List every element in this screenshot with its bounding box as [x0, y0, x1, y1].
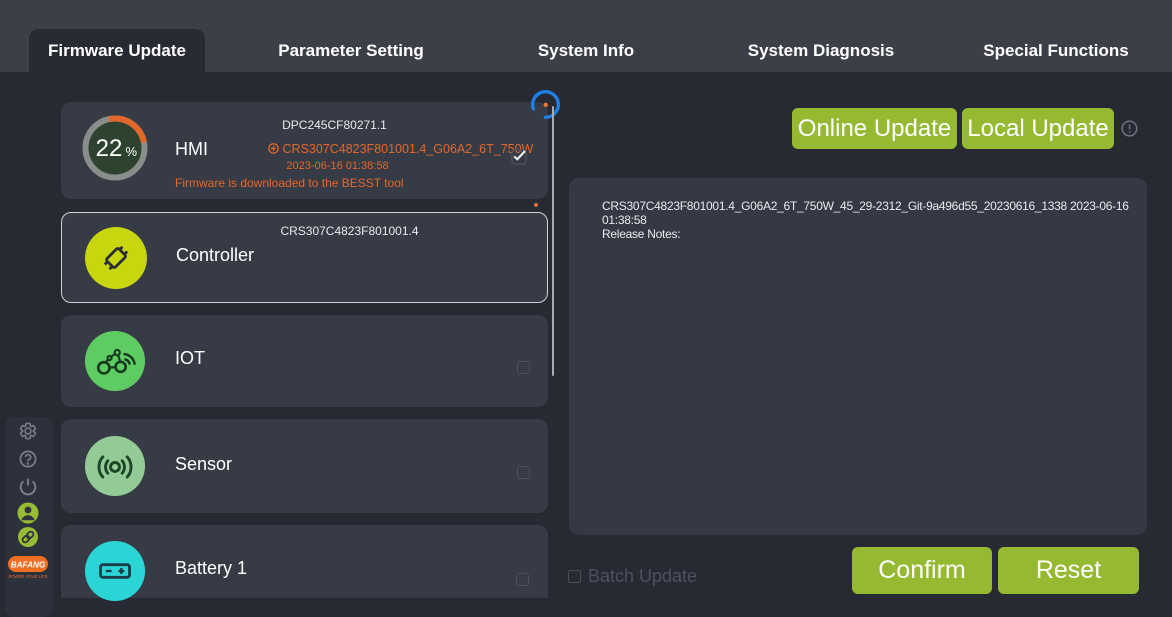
svg-text:22: 22 [96, 135, 123, 162]
svg-text:%: % [126, 144, 138, 159]
svg-text:BAFANG: BAFANG [11, 561, 46, 570]
svg-text:POWER YOUR LIFE: POWER YOUR LIFE [8, 574, 47, 579]
